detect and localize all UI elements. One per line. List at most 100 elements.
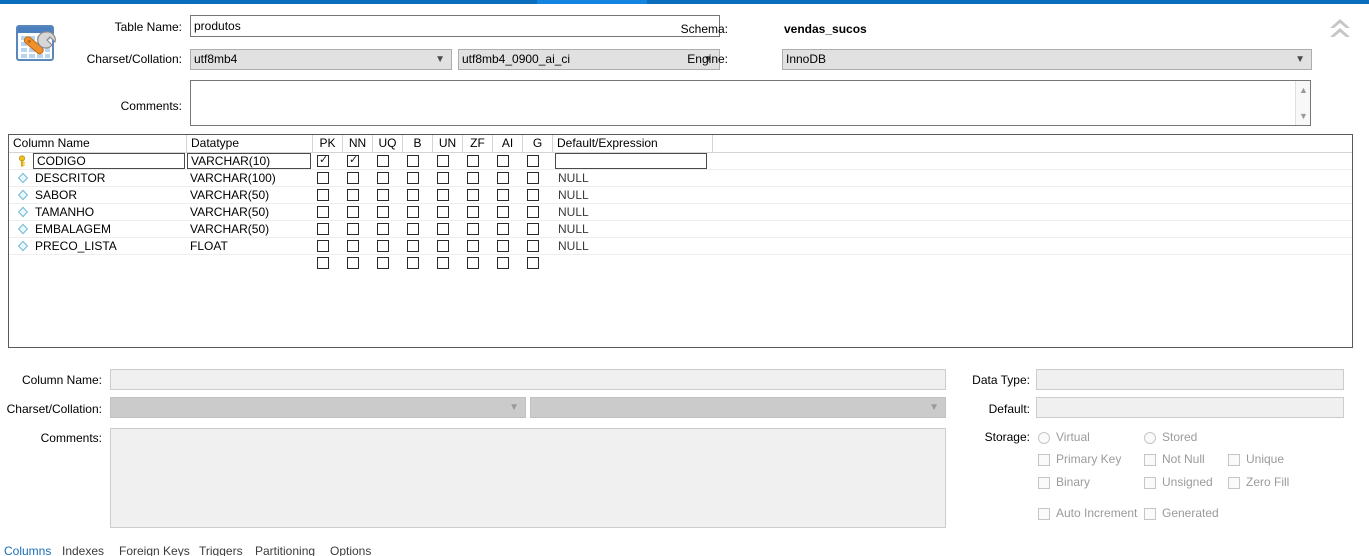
cell-checkbox-uq[interactable] — [377, 172, 389, 184]
cell-default-expression[interactable]: NULL — [555, 170, 855, 186]
table-row[interactable] — [9, 255, 1352, 271]
editor-tab-strip[interactable]: Columns Indexes Foreign Keys Triggers Pa… — [0, 544, 1369, 556]
cell-checkbox-pk[interactable]: ✓ — [317, 154, 329, 167]
grid-header-nn[interactable]: NN — [343, 135, 373, 152]
cell-checkbox-un[interactable] — [437, 223, 449, 235]
cell-checkbox-uq[interactable] — [377, 206, 389, 218]
cell-checkbox-nn[interactable] — [347, 257, 359, 269]
cell-column-name[interactable]: SABOR — [9, 187, 185, 203]
cell-checkbox-ai[interactable] — [497, 206, 509, 218]
cell-checkbox-un[interactable] — [437, 155, 449, 167]
cell-column-name[interactable]: CODIGO — [33, 153, 185, 169]
cell-checkbox-g[interactable] — [527, 172, 539, 184]
cell-checkbox-b[interactable] — [407, 257, 419, 269]
tab-triggers[interactable]: Triggers — [199, 545, 243, 556]
detail-default-input[interactable] — [1036, 397, 1344, 418]
cell-checkbox-uq[interactable] — [377, 155, 389, 167]
chevron-down-icon[interactable]: ▼ — [1296, 109, 1311, 123]
cell-checkbox-un[interactable] — [437, 189, 449, 201]
cell-checkbox-nn[interactable] — [347, 189, 359, 201]
table-row[interactable]: CODIGO VARCHAR(10) ✓ ✓ — [9, 153, 1352, 170]
cell-default-expression[interactable]: NULL — [555, 221, 855, 237]
cell-checkbox-g[interactable] — [527, 206, 539, 218]
tab-indexes[interactable]: Indexes — [62, 545, 104, 556]
cell-default-expression[interactable] — [555, 153, 707, 169]
detail-data-type-input[interactable] — [1036, 369, 1344, 390]
cell-datatype[interactable] — [187, 255, 311, 271]
cell-checkbox-pk[interactable] — [317, 257, 329, 269]
grid-header-g[interactable]: G — [523, 135, 553, 152]
cell-checkbox-pk[interactable] — [317, 223, 329, 235]
cell-checkbox-uq[interactable] — [377, 223, 389, 235]
cell-checkbox-g[interactable] — [527, 257, 539, 269]
grid-header-datatype[interactable]: Datatype — [187, 135, 313, 152]
detail-comments-textarea[interactable] — [110, 428, 946, 528]
cell-datatype[interactable]: VARCHAR(50) — [187, 187, 311, 203]
cell-checkbox-pk[interactable] — [317, 240, 329, 252]
cell-checkbox-zf[interactable] — [467, 155, 479, 167]
grid-header-column-name[interactable]: Column Name — [9, 135, 187, 152]
cell-checkbox-pk[interactable] — [317, 172, 329, 184]
cell-checkbox-g[interactable] — [527, 240, 539, 252]
detail-collation-select[interactable]: ▼ — [530, 397, 946, 418]
cell-checkbox-zf[interactable] — [467, 240, 479, 252]
table-row[interactable]: TAMANHO VARCHAR(50) NULL — [9, 204, 1352, 221]
cell-column-name[interactable]: EMBALAGEM — [9, 221, 185, 237]
detail-column-name-input[interactable] — [110, 369, 946, 390]
cell-checkbox-un[interactable] — [437, 206, 449, 218]
cell-checkbox-ai[interactable] — [497, 155, 509, 167]
detail-charset-select[interactable]: ▼ — [110, 397, 526, 418]
cell-checkbox-un[interactable] — [437, 240, 449, 252]
cell-default-expression[interactable] — [555, 255, 855, 271]
cell-default-expression[interactable]: NULL — [555, 187, 855, 203]
cell-checkbox-nn[interactable] — [347, 240, 359, 252]
cell-datatype[interactable]: VARCHAR(10) — [187, 153, 311, 169]
cell-checkbox-zf[interactable] — [467, 206, 479, 218]
table-row[interactable]: SABOR VARCHAR(50) NULL — [9, 187, 1352, 204]
cell-checkbox-nn[interactable] — [347, 223, 359, 235]
cell-checkbox-nn[interactable]: ✓ — [347, 154, 359, 167]
cell-checkbox-ai[interactable] — [497, 172, 509, 184]
cell-datatype[interactable]: FLOAT — [187, 238, 311, 254]
cell-checkbox-uq[interactable] — [377, 257, 389, 269]
tab-columns[interactable]: Columns — [4, 545, 51, 556]
tab-foreign-keys[interactable]: Foreign Keys — [119, 545, 190, 556]
table-comments-textarea[interactable]: ▲ ▼ — [190, 80, 1311, 126]
cell-checkbox-un[interactable] — [437, 172, 449, 184]
engine-select[interactable]: InnoDB ▼ — [782, 49, 1312, 70]
cell-checkbox-b[interactable] — [407, 155, 419, 167]
grid-header-un[interactable]: UN — [433, 135, 463, 152]
cell-checkbox-zf[interactable] — [467, 172, 479, 184]
cell-column-name[interactable]: TAMANHO — [9, 204, 185, 220]
grid-header-zf[interactable]: ZF — [463, 135, 493, 152]
comments-scrollbar[interactable]: ▲ ▼ — [1295, 81, 1310, 125]
cell-checkbox-ai[interactable] — [497, 189, 509, 201]
table-row[interactable]: DESCRITOR VARCHAR(100) NULL — [9, 170, 1352, 187]
cell-checkbox-zf[interactable] — [467, 257, 479, 269]
cell-checkbox-b[interactable] — [407, 189, 419, 201]
grid-header-pk[interactable]: PK — [313, 135, 343, 152]
grid-header-uq[interactable]: UQ — [373, 135, 403, 152]
cell-default-expression[interactable]: NULL — [555, 204, 855, 220]
cell-checkbox-ai[interactable] — [497, 257, 509, 269]
cell-datatype[interactable]: VARCHAR(50) — [187, 204, 311, 220]
cell-checkbox-un[interactable] — [437, 257, 449, 269]
cell-checkbox-nn[interactable] — [347, 172, 359, 184]
cell-checkbox-zf[interactable] — [467, 223, 479, 235]
cell-datatype[interactable]: VARCHAR(100) — [187, 170, 311, 186]
cell-checkbox-ai[interactable] — [497, 223, 509, 235]
cell-checkbox-uq[interactable] — [377, 189, 389, 201]
grid-header-default-expression[interactable]: Default/Expression — [553, 135, 713, 152]
chevron-double-up-icon[interactable] — [1325, 14, 1355, 42]
cell-checkbox-g[interactable] — [527, 189, 539, 201]
cell-checkbox-b[interactable] — [407, 172, 419, 184]
cell-checkbox-b[interactable] — [407, 240, 419, 252]
cell-datatype[interactable]: VARCHAR(50) — [187, 221, 311, 237]
cell-checkbox-g[interactable] — [527, 223, 539, 235]
columns-grid-body[interactable]: CODIGO VARCHAR(10) ✓ ✓ DESCRITOR VARCHAR(100)… — [9, 153, 1352, 271]
cell-checkbox-pk[interactable] — [317, 189, 329, 201]
cell-column-name[interactable]: PRECO_LISTA — [9, 238, 185, 254]
tab-partitioning[interactable]: Partitioning — [255, 545, 315, 556]
table-row[interactable]: PRECO_LISTA FLOAT NULL — [9, 238, 1352, 255]
grid-header-b[interactable]: B — [403, 135, 433, 152]
